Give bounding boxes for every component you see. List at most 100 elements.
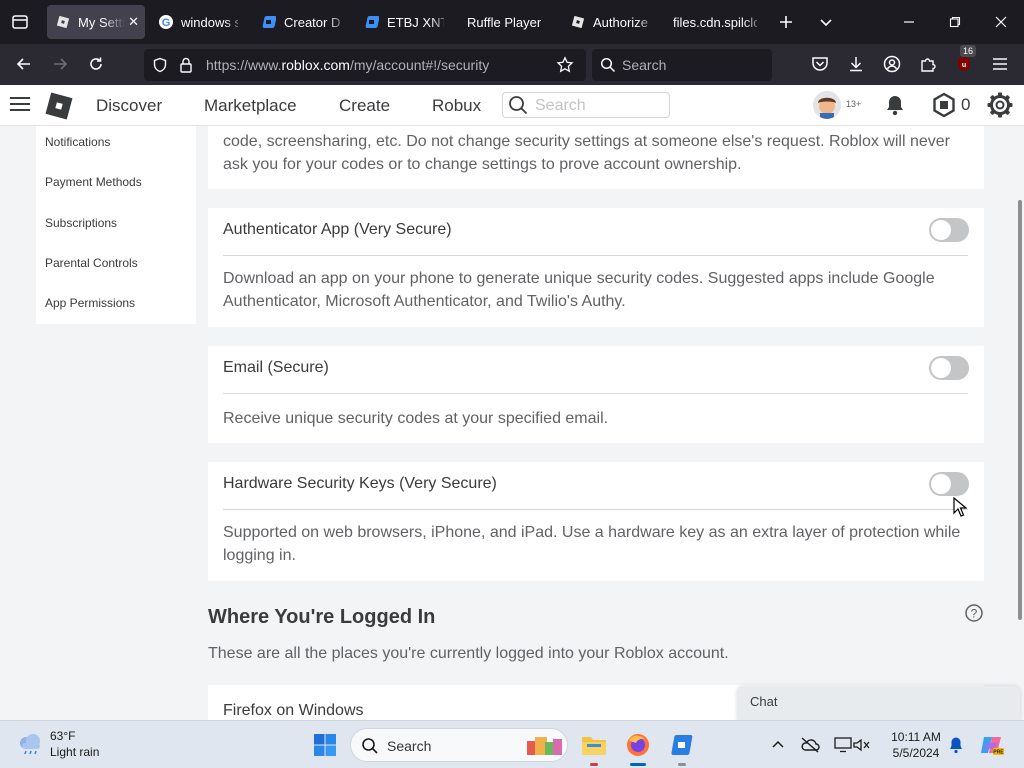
robux-button[interactable]: [931, 92, 957, 123]
new-tab-button[interactable]: [770, 0, 802, 44]
tab-ruffle-player[interactable]: Ruffle Player: [459, 5, 559, 39]
clock-date: 5/5/2024: [892, 746, 940, 760]
help-button[interactable]: ?: [964, 603, 984, 628]
copilot-button[interactable]: PRE: [976, 729, 1008, 761]
nav-create[interactable]: Create: [339, 96, 390, 116]
url-bar[interactable]: https://www.roblox.com/my/account#!/secu…: [144, 49, 586, 81]
file-explorer-app[interactable]: [578, 729, 610, 761]
method-title: Authenticator App (Very Secure): [223, 221, 452, 238]
system-clock[interactable]: 10:11 AM 5/5/2024: [890, 729, 942, 761]
restore-icon: [949, 16, 961, 28]
sidebar-item-notifications[interactable]: Notifications: [45, 135, 110, 149]
pocket-button[interactable]: [802, 48, 838, 80]
browser-search-placeholder: Search: [622, 57, 667, 73]
account-icon: [883, 55, 901, 73]
running-indicator: [630, 763, 646, 766]
roblox-studio-app[interactable]: [666, 729, 698, 761]
roblox-logo[interactable]: [44, 91, 74, 126]
browser-toolbar: https://www.roblox.com/my/account#!/secu…: [0, 44, 1024, 85]
arrow-right-icon: [54, 58, 68, 70]
account-button[interactable]: [874, 48, 910, 80]
hardware-keys-toggle[interactable]: [929, 472, 969, 496]
nav-marketplace[interactable]: Marketplace: [204, 96, 297, 116]
taskbar-search[interactable]: Search: [350, 728, 568, 762]
google-favicon-icon: G: [158, 14, 174, 30]
extensions-button[interactable]: [910, 48, 946, 80]
search-icon: [508, 95, 528, 120]
list-all-tabs-button[interactable]: [810, 0, 842, 44]
search-highlight-icon: [525, 733, 565, 764]
lock-icon[interactable]: [178, 56, 194, 79]
browser-search-bar[interactable]: Search: [592, 49, 772, 81]
roblox-search-input[interactable]: Search: [502, 92, 670, 118]
divider: [223, 509, 968, 510]
downloads-button[interactable]: [838, 48, 874, 80]
puzzle-icon: [921, 58, 936, 72]
chevron-down-icon: [820, 19, 832, 27]
method-title: Hardware Security Keys (Very Secure): [223, 475, 497, 492]
tab-authorize[interactable]: Authorize a: [562, 5, 658, 39]
nav-discover[interactable]: Discover: [96, 96, 162, 116]
url-prefix: https://www.: [206, 57, 282, 73]
ublock-extension-button[interactable]: u 16: [946, 45, 982, 80]
weather-widget[interactable]: 63°F Light rain: [0, 721, 120, 768]
show-hidden-icons-button[interactable]: [762, 729, 794, 761]
robux-icon: [933, 92, 955, 118]
settings-sidebar: Notifications Payment Methods Subscripti…: [36, 126, 196, 324]
close-tab-icon[interactable]: ✕: [128, 14, 139, 30]
email-toggle[interactable]: [929, 356, 969, 380]
page-scrollbar[interactable]: [1016, 126, 1024, 720]
onedrive-tray[interactable]: [794, 729, 826, 761]
tab-list-icon: [12, 15, 28, 29]
method-description: Download an app on your phone to generat…: [223, 270, 935, 310]
back-button[interactable]: [6, 48, 42, 80]
settings-button[interactable]: [986, 91, 1014, 124]
hamburger-icon: [10, 97, 30, 111]
app-menu-button[interactable]: [982, 48, 1018, 80]
tab-files-cdn[interactable]: files.cdn.spilclo: [665, 5, 765, 39]
security-intro-text: code, screensharing, etc. Do not change …: [223, 133, 950, 173]
firefox-icon: [627, 734, 649, 756]
tab-my-settings[interactable]: My Setti ✕: [47, 5, 145, 39]
firefox-app[interactable]: [622, 729, 654, 761]
tab-etbj-xnt[interactable]: ETBJ XNT /: [356, 5, 452, 39]
bell-icon: [950, 737, 962, 754]
sidebar-item-subscriptions[interactable]: Subscriptions: [45, 216, 117, 230]
nav-robux[interactable]: Robux: [432, 96, 481, 116]
security-intro-card: code, screensharing, etc. Do not change …: [208, 126, 984, 189]
authenticator-toggle[interactable]: [929, 218, 969, 242]
restore-window-button[interactable]: [932, 0, 978, 44]
shield-icon[interactable]: [152, 57, 168, 78]
start-button[interactable]: [309, 729, 341, 761]
close-window-button[interactable]: [978, 0, 1024, 44]
url-path: /my/account#!/security: [349, 57, 490, 73]
sidebar-item-parental-controls[interactable]: Parental Controls: [45, 256, 138, 270]
logged-in-section-title: Where You're Logged In: [208, 606, 436, 628]
copilot-icon: PRE: [981, 737, 1004, 756]
divider: [223, 255, 968, 256]
avatar[interactable]: [813, 91, 841, 119]
notifications-button[interactable]: [883, 93, 907, 122]
tab-windows-search[interactable]: G windows s: [150, 5, 246, 39]
network-volume-tray[interactable]: [828, 729, 876, 761]
roblox-favicon-icon: [570, 14, 586, 30]
forward-button[interactable]: [42, 48, 78, 80]
speaker-muted-icon: [853, 738, 870, 752]
running-indicator: [678, 763, 686, 766]
chat-bar[interactable]: Chat: [737, 686, 1020, 720]
notification-center-button[interactable]: [940, 729, 972, 761]
cursor-arrow-icon: [953, 496, 968, 517]
reload-button[interactable]: [78, 48, 114, 80]
menu-button[interactable]: [10, 96, 30, 117]
sidebar-item-app-permissions[interactable]: App Permissions: [45, 296, 135, 310]
bookmark-star-icon[interactable]: [556, 56, 574, 79]
minimize-window-button[interactable]: [886, 0, 932, 44]
sidebar-item-payment-methods[interactable]: Payment Methods: [45, 175, 142, 189]
scrollbar-thumb[interactable]: [1018, 200, 1022, 620]
gear-icon: [987, 92, 1013, 118]
taskbar-search-label: Search: [387, 738, 432, 754]
tab-list-button[interactable]: [0, 0, 40, 44]
robux-balance: 0: [961, 95, 971, 114]
tab-creator-dashboard[interactable]: Creator Da: [253, 5, 349, 39]
svg-text:?: ?: [971, 607, 978, 621]
